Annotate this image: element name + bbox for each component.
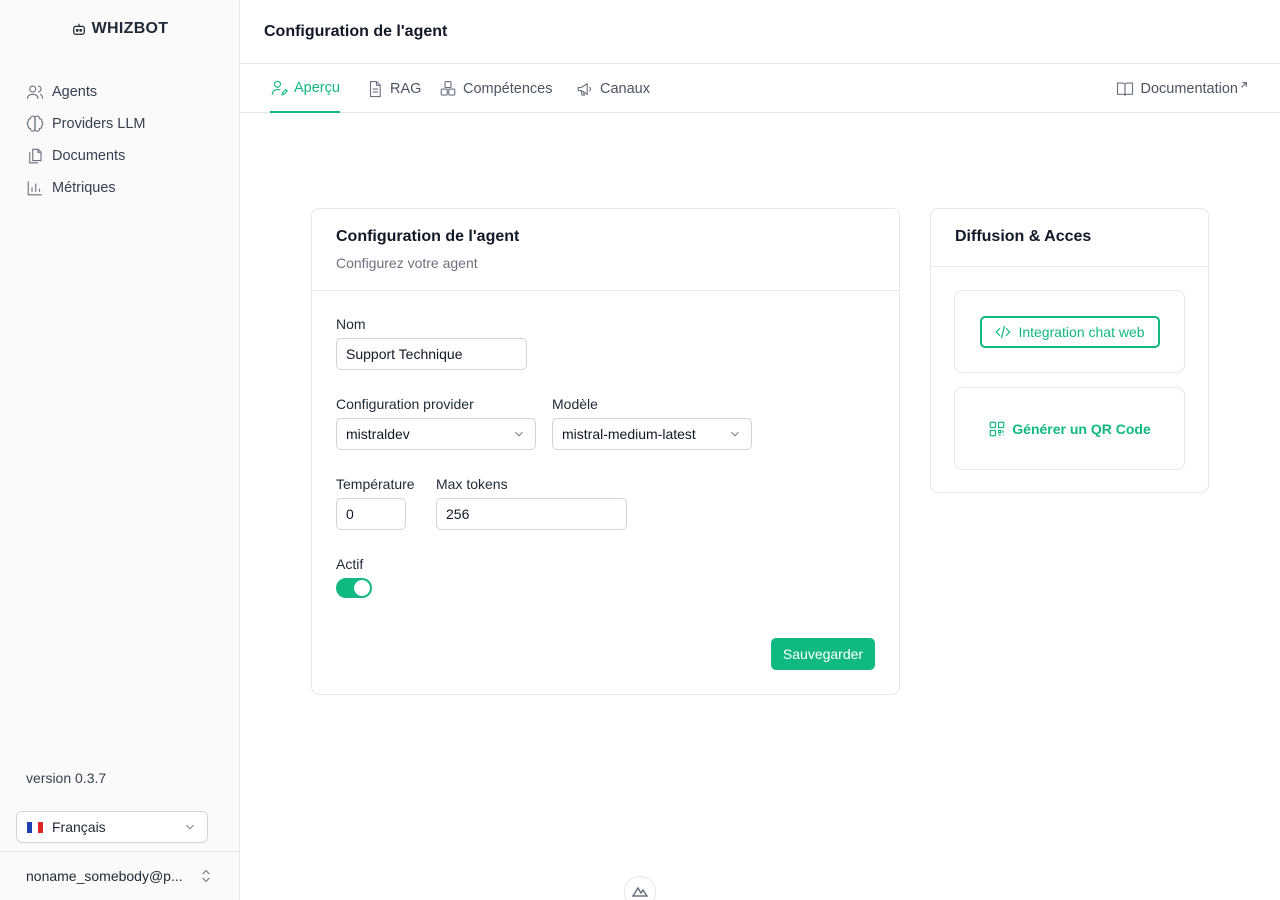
integration-chat-web-button[interactable]: Integration chat web — [979, 315, 1160, 348]
card-title: Configuration de l'agent — [336, 228, 520, 245]
tab-label: Aperçu — [294, 79, 340, 96]
external-link-icon — [1241, 81, 1247, 88]
chevron-down-icon — [186, 824, 194, 830]
chevron-down-icon — [515, 431, 523, 437]
language-select[interactable]: Français — [16, 811, 208, 843]
card-header: Diffusion & Acces — [931, 209, 1208, 267]
model-value: mistral-medium-latest — [562, 426, 696, 442]
diffusion-card: Diffusion & Acces Integration chat web G… — [930, 208, 1209, 493]
boxes-icon — [440, 80, 456, 96]
app-version: version 0.3.7 — [26, 770, 107, 786]
fr-flag-icon — [27, 821, 43, 833]
user-edit-icon — [271, 80, 288, 96]
file-text-icon — [369, 80, 381, 97]
sidebar-item-label: Providers LLM — [52, 116, 146, 132]
max-tokens-label: Max tokens — [436, 476, 508, 492]
sidebar-item-providers-llm[interactable]: Providers LLM — [16, 108, 224, 140]
toggle-knob — [354, 580, 370, 596]
integration-label: Integration chat web — [1018, 323, 1145, 340]
provider-select[interactable]: mistraldev — [336, 418, 536, 450]
page-header: Configuration de l'agent — [240, 0, 1280, 64]
temperature-label: Température — [336, 476, 415, 492]
save-button[interactable]: Sauvegarder — [771, 638, 875, 670]
tab-rag[interactable]: RAG — [366, 64, 421, 113]
qr-code-icon — [989, 421, 1005, 436]
language-label: Français — [52, 819, 106, 835]
footer-logo — [624, 876, 656, 900]
tab-label: RAG — [390, 80, 422, 97]
sidebar-item-label: Agents — [52, 84, 98, 100]
sidebar-item-documents[interactable]: Documents — [16, 140, 224, 172]
bar-chart-icon — [27, 181, 42, 196]
chevron-down-icon — [731, 431, 739, 437]
brain-icon — [26, 115, 44, 132]
users-icon — [26, 85, 44, 99]
model-select[interactable]: mistral-medium-latest — [552, 418, 752, 450]
chevrons-up-down-icon — [202, 869, 210, 883]
tab-canaux[interactable]: Canaux — [576, 64, 650, 113]
provider-label: Configuration provider — [336, 396, 474, 412]
tab-label: Compétences — [463, 80, 553, 97]
tab-apercu[interactable]: Aperçu — [270, 64, 340, 113]
documentation-link[interactable]: Documentation — [1116, 64, 1248, 113]
page-title: Configuration de l'agent — [264, 22, 448, 40]
card-header: Configuration de l'agent Configurez votr… — [312, 209, 899, 291]
sidebar-nav: Agents Providers LLM Documents Métriques — [16, 76, 224, 204]
robot-icon — [72, 23, 85, 35]
book-icon — [1117, 81, 1134, 96]
provider-value: mistraldev — [346, 426, 410, 442]
sidebar-item-label: Documents — [52, 148, 126, 164]
code-icon — [995, 325, 1012, 338]
user-menu[interactable]: noname_somebody@p... — [0, 851, 240, 900]
qr-box: Générer un QR Code — [954, 387, 1185, 470]
active-label: Actif — [336, 556, 364, 572]
name-label: Nom — [336, 316, 366, 332]
documentation-label: Documentation — [1140, 80, 1238, 97]
mountain-logo-icon — [632, 886, 648, 897]
sidebar-item-agents[interactable]: Agents — [16, 76, 224, 108]
generate-qr-button[interactable]: Générer un QR Code — [988, 420, 1151, 438]
sidebar-item-label: Métriques — [52, 180, 116, 196]
megaphone-icon — [577, 82, 592, 96]
tab-label: Canaux — [600, 80, 650, 97]
active-toggle[interactable] — [336, 578, 372, 598]
temperature-input[interactable] — [336, 498, 406, 530]
user-email: noname_somebody@p... — [26, 868, 183, 884]
agent-config-card: Configuration de l'agent Configurez votr… — [311, 208, 900, 695]
files-icon — [29, 148, 42, 164]
name-input[interactable] — [336, 338, 527, 370]
tab-bar: Aperçu RAG Compétences Canaux Documentat… — [240, 64, 1280, 113]
brand-name: WHIZBOT — [91, 20, 169, 37]
sidebar-item-metriques[interactable]: Métriques — [16, 172, 224, 204]
qr-label: Générer un QR Code — [1012, 420, 1151, 437]
model-label: Modèle — [552, 396, 598, 412]
brand-logo[interactable]: WHIZBOT — [0, 20, 240, 38]
sidebar: WHIZBOT Agents Providers LLM Documents M… — [0, 0, 240, 900]
integration-box: Integration chat web — [954, 290, 1185, 373]
tab-competences[interactable]: Compétences — [439, 64, 552, 113]
card-subtitle: Configurez votre agent — [336, 255, 478, 271]
max-tokens-input[interactable] — [436, 498, 627, 530]
card-title: Diffusion & Acces — [955, 228, 1092, 245]
